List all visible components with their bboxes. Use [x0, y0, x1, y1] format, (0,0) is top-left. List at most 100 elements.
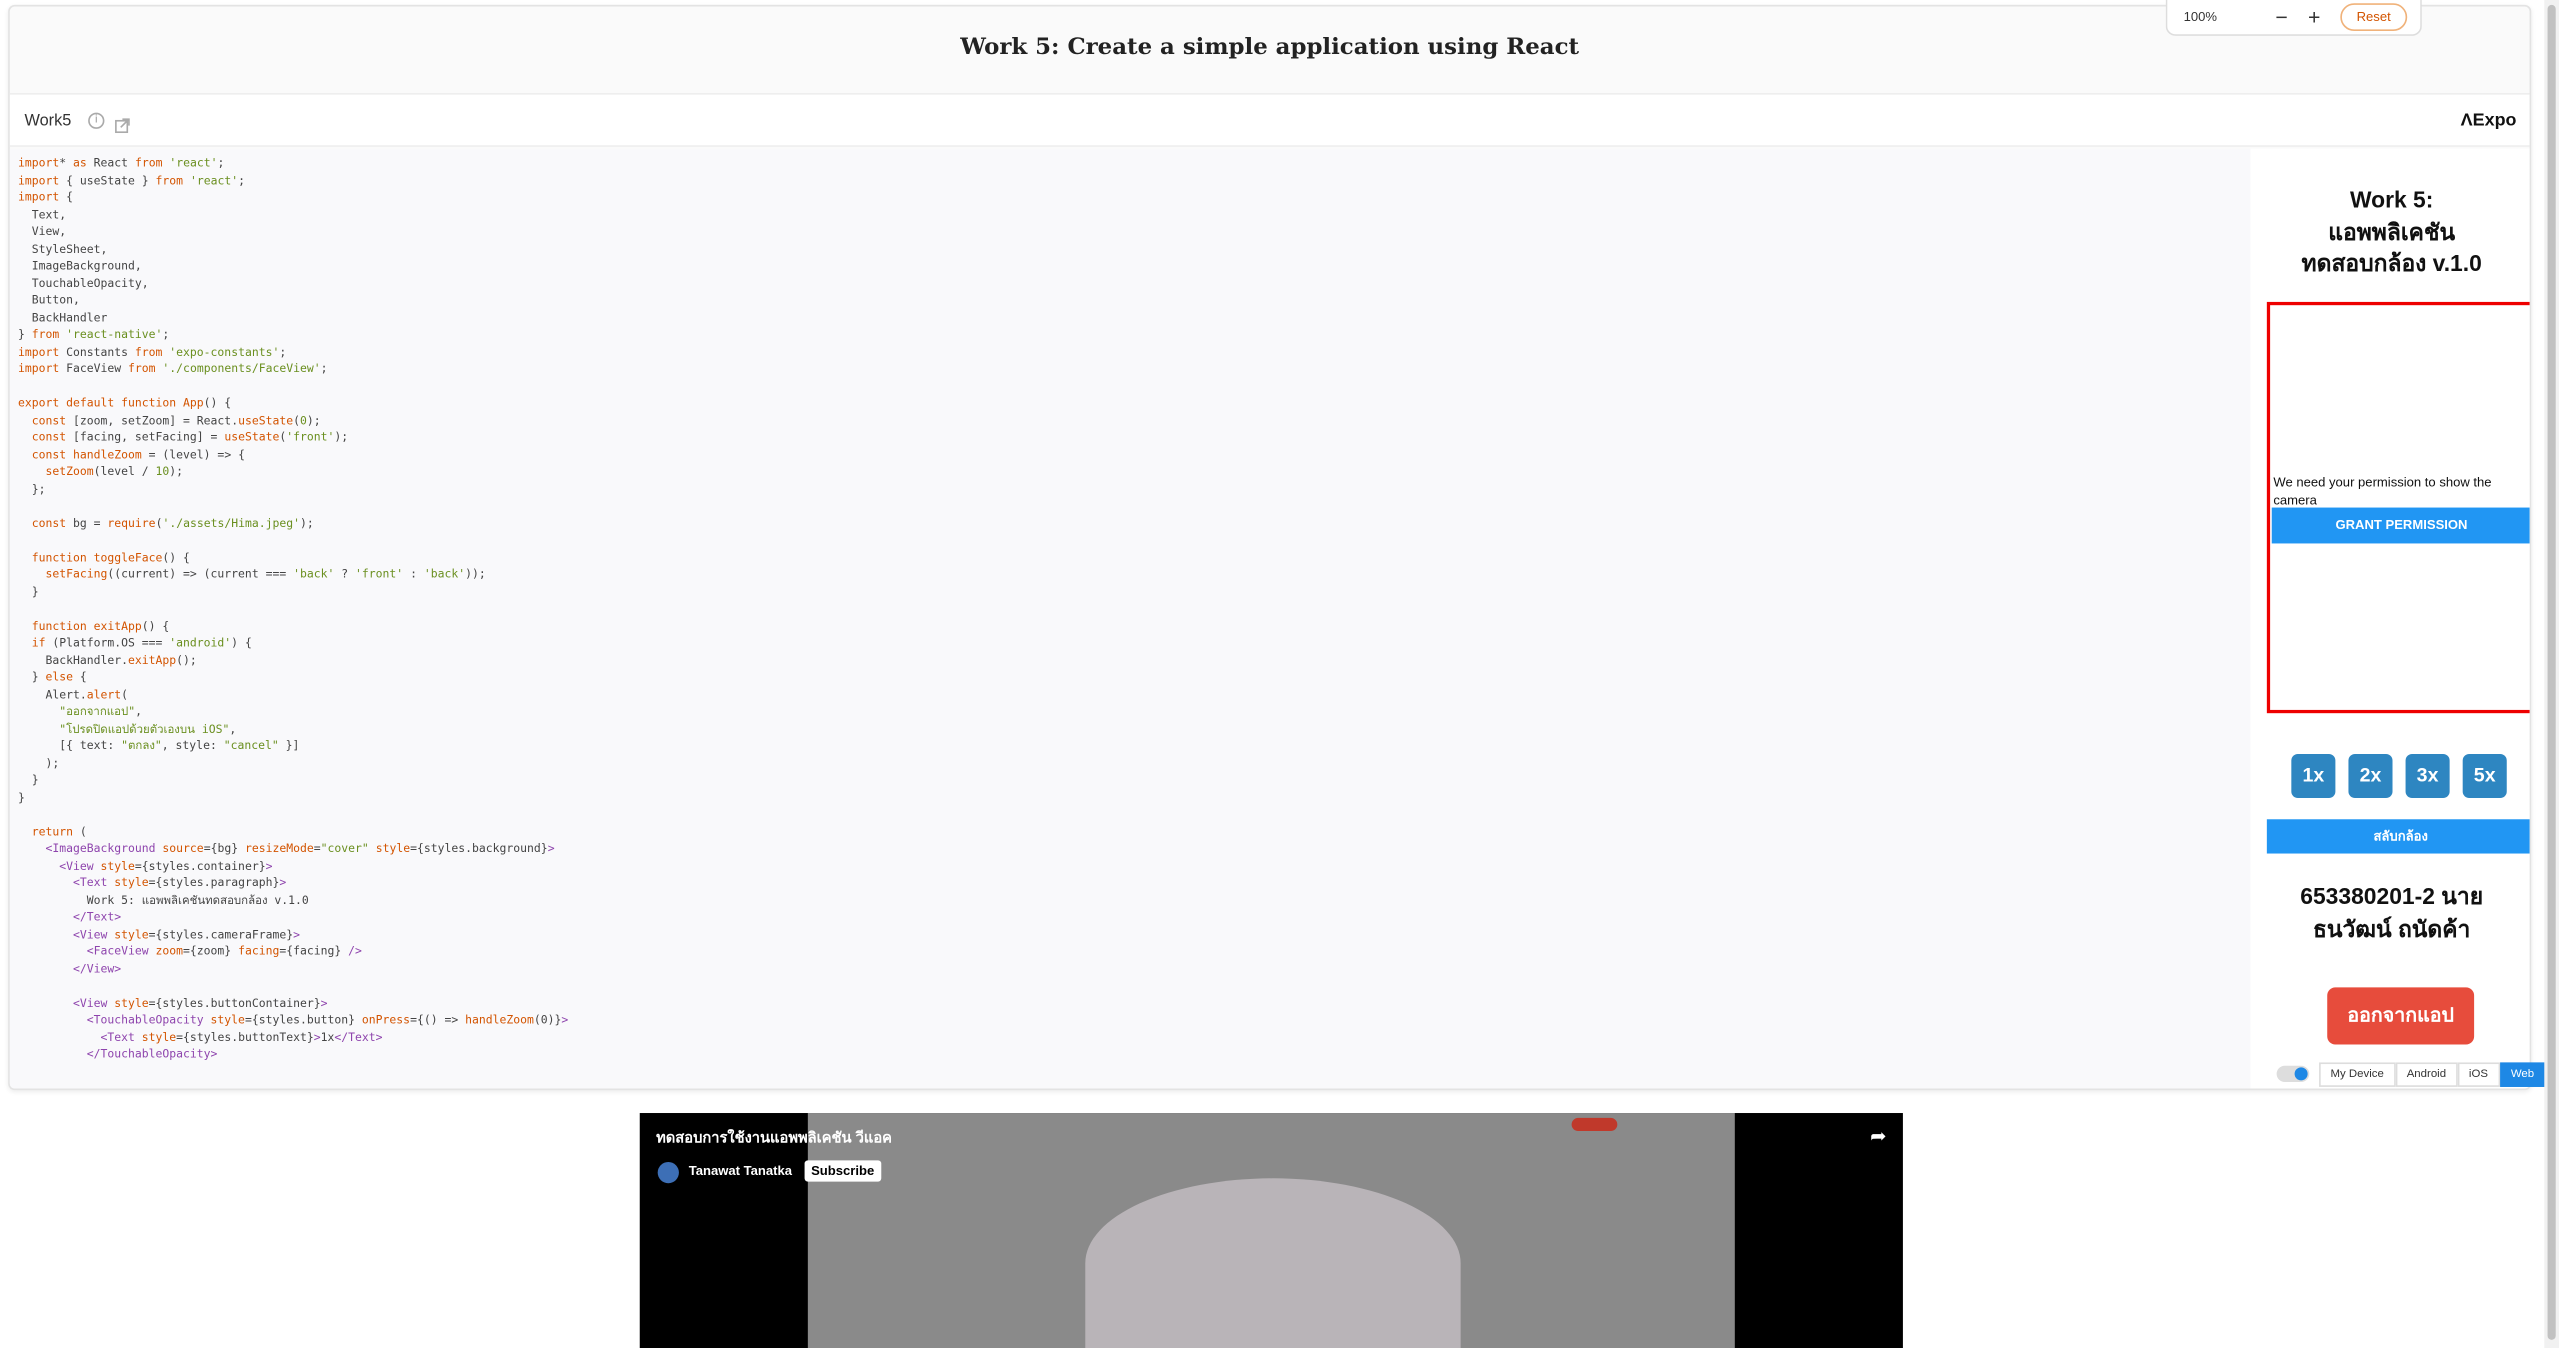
channel-avatar[interactable] — [657, 1161, 679, 1184]
code-line[interactable] — [18, 498, 568, 515]
zoom-reset-button[interactable]: Reset — [2340, 3, 2408, 32]
code-token: <View — [17, 996, 108, 1010]
code-line[interactable]: const handleZoom = (level) => { — [18, 446, 568, 463]
code-token: <ImageBackground — [17, 842, 156, 856]
code-line[interactable]: }; — [18, 481, 568, 498]
code-token: from — [134, 345, 163, 359]
code-line[interactable]: } from 'react-native'; — [18, 326, 568, 343]
code-line[interactable]: ImageBackground, — [18, 258, 568, 275]
video-title[interactable]: ทดสอบการใช้งานแอพพลิเคชัน วีแอค — [656, 1126, 892, 1149]
zoom-out-button[interactable]: − — [2265, 5, 2298, 29]
camera-frame: We need your permission to show the came… — [2266, 301, 2530, 714]
code-line[interactable]: import { — [18, 189, 568, 206]
code-line[interactable]: } — [18, 789, 568, 806]
code-token: facing — [238, 944, 280, 958]
zoom-1x-button[interactable]: 1x — [2291, 753, 2336, 799]
code-line[interactable]: } else { — [18, 669, 568, 686]
code-line[interactable]: import { useState } from 'react'; — [18, 172, 568, 189]
channel-name[interactable]: Tanawat Tanatka — [689, 1164, 792, 1179]
code-line[interactable]: <View style={styles.container}> — [18, 858, 568, 875]
code-line[interactable]: StyleSheet, — [18, 241, 568, 258]
code-line[interactable]: import FaceView from './components/FaceV… — [18, 361, 568, 378]
grant-permission-button[interactable]: GRANT PERMISSION — [2271, 507, 2530, 544]
code-line[interactable]: "ออกจากแอป", — [18, 703, 568, 720]
code-line[interactable]: import* as React from 'react'; — [18, 155, 568, 172]
code-line[interactable]: <View style={styles.buttonContainer}> — [18, 995, 568, 1012]
code-line[interactable] — [18, 806, 568, 823]
code-token: ={zoom} — [183, 944, 239, 958]
code-line[interactable]: const bg = require('./assets/Hima.jpeg')… — [18, 515, 568, 532]
code-line[interactable]: const [facing, setFacing] = useState('fr… — [18, 429, 568, 446]
code-line[interactable]: function exitApp() { — [18, 618, 568, 635]
tab-ios[interactable]: iOS — [2457, 1061, 2500, 1087]
browser-page: Work 5: Create a simple application usin… — [0, 0, 2559, 1348]
code-line[interactable] — [18, 532, 568, 549]
page-scrollbar[interactable] — [2544, 0, 2559, 1348]
platform-switcher: My Device Android iOS Web — [2276, 1061, 2546, 1087]
zoom-5x-button[interactable]: 5x — [2462, 753, 2507, 799]
code-line[interactable]: } — [18, 583, 568, 600]
code-line[interactable]: <FaceView zoom={zoom} facing={facing} /> — [18, 943, 568, 960]
share-icon[interactable]: ➦ — [1870, 1124, 1886, 1147]
preview-toggle-switch[interactable] — [2276, 1065, 2310, 1083]
tab-my-device[interactable]: My Device — [2319, 1061, 2396, 1087]
info-icon[interactable]: i — [88, 112, 105, 129]
code-line[interactable]: Work 5: แอพพลิเคชันทดสอบกล้อง v.1.0 — [18, 892, 568, 909]
tab-web[interactable]: Web — [2499, 1061, 2546, 1087]
code-line[interactable]: Text, — [18, 206, 568, 223]
code-line[interactable]: BackHandler — [18, 309, 568, 326]
code-line[interactable]: const [zoom, setZoom] = React.useState(0… — [18, 412, 568, 429]
snack-name[interactable]: Work5 — [24, 113, 71, 131]
code-line[interactable] — [18, 978, 568, 995]
code-line[interactable]: </TouchableOpacity> — [18, 1046, 568, 1063]
code-line[interactable]: TouchableOpacity, — [18, 275, 568, 292]
code-line[interactable]: </View> — [18, 960, 568, 977]
zoom-2x-button[interactable]: 2x — [2348, 753, 2393, 799]
code-line[interactable]: [{ text: "ตกลง", style: "cancel" }] — [18, 738, 568, 755]
code-line[interactable]: function toggleFace() { — [18, 549, 568, 566]
open-external-icon[interactable] — [114, 113, 130, 134]
code-token: ? — [334, 567, 356, 581]
exit-app-button[interactable]: ออกจากแอป — [2327, 987, 2475, 1045]
code-token: <View — [17, 927, 108, 941]
code-line[interactable]: <ImageBackground source={bg} resizeMode =… — [18, 840, 568, 857]
code-line[interactable]: BackHandler.exitApp(); — [18, 652, 568, 669]
expo-logo[interactable]: ΛExpo — [2461, 111, 2517, 131]
code-line[interactable]: Alert.alert( — [18, 686, 568, 703]
code-token: ) { — [231, 636, 252, 650]
code-line[interactable]: export default function App() { — [18, 395, 568, 412]
code-line[interactable]: if (Platform.OS === 'android') { — [18, 635, 568, 652]
code-token: > — [293, 927, 301, 941]
code-token: } — [17, 585, 39, 599]
code-line[interactable]: ); — [18, 755, 568, 772]
code-line[interactable]: "โปรดปิดแอปด้วยตัวเองบน iOS", — [18, 721, 568, 738]
code-token: { useState } — [59, 173, 156, 187]
code-line[interactable]: return ( — [18, 823, 568, 840]
subscribe-button[interactable]: Subscribe — [804, 1160, 881, 1182]
zoom-3x-button[interactable]: 3x — [2405, 753, 2450, 799]
code-line[interactable]: <View style={styles.cameraFrame}> — [18, 926, 568, 943]
code-line[interactable]: } — [18, 772, 568, 789]
scrollbar-thumb[interactable] — [2547, 4, 2556, 1340]
code-editor[interactable]: import* as React from 'react'; import { u… — [9, 148, 2251, 1089]
code-line[interactable]: setFacing((current) => (current === 'bac… — [18, 566, 568, 583]
code-line[interactable]: <Text style={styles.paragraph}> — [18, 875, 568, 892]
code-line[interactable]: View, — [18, 224, 568, 241]
code-line[interactable] — [18, 378, 568, 395]
code-token: ={styles.buttonText} — [176, 1030, 314, 1044]
code-token: ={styles.paragraph} — [148, 876, 280, 890]
code-line[interactable]: </Text> — [18, 909, 568, 926]
zoom-in-button[interactable]: + — [2298, 5, 2331, 29]
code-line[interactable]: setZoom(level / 10); — [18, 463, 568, 480]
code-line[interactable]: Button, — [18, 292, 568, 309]
youtube-video-player[interactable]: ทดสอบการใช้งานแอพพลิเคชัน วีแอค Tanawat … — [639, 1113, 1903, 1348]
code-token: )); — [465, 567, 486, 581]
toggle-camera-button[interactable]: สลับกล้อง — [2266, 819, 2530, 854]
code-line[interactable]: <TouchableOpacity style={styles.button} … — [18, 1012, 569, 1029]
code-content[interactable]: import* as React from 'react'; import { u… — [18, 155, 568, 1063]
code-line[interactable]: import Constants from 'expo-constants'; — [18, 344, 568, 361]
code-line[interactable]: <Text style={styles.buttonText}>1x</Text… — [18, 1029, 568, 1046]
tab-android[interactable]: Android — [2395, 1061, 2458, 1087]
code-token: () { — [141, 619, 170, 633]
code-line[interactable] — [18, 601, 568, 618]
